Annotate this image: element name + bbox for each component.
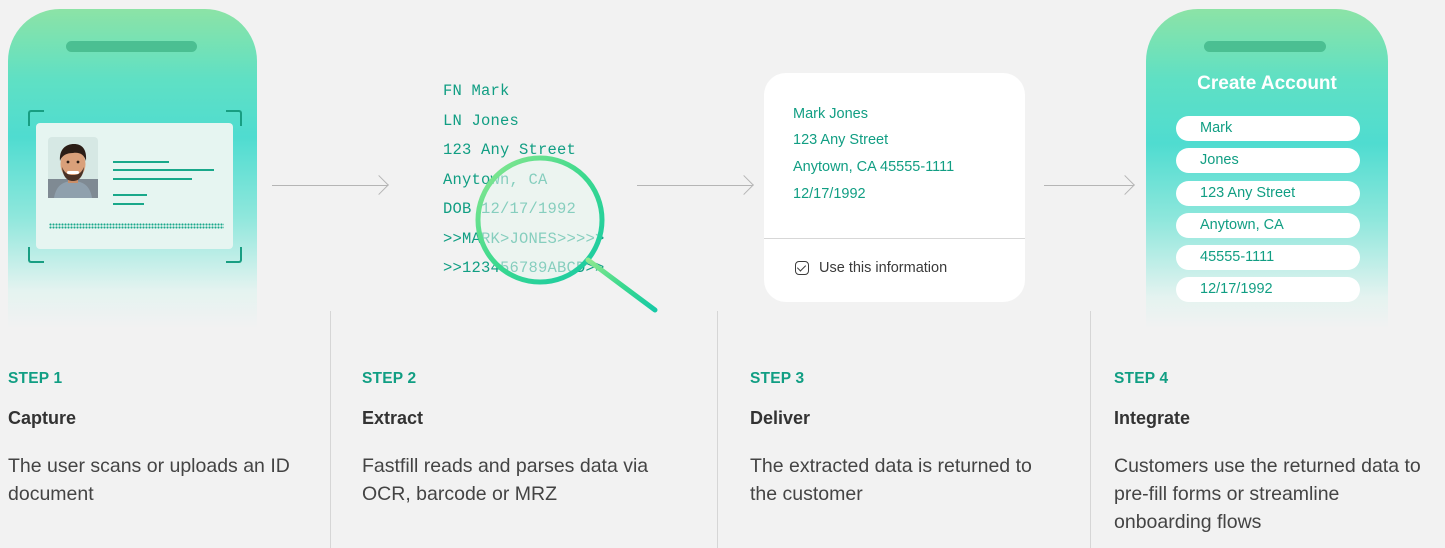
step-3-description: The extracted data is returned to the cu…: [750, 455, 1032, 505]
extracted-line: LN Jones: [443, 112, 520, 130]
step-4-title: Integrate: [1114, 408, 1191, 428]
step-2-description: Fastfill reads and parses data via OCR, …: [362, 455, 649, 505]
delivered-city: Anytown, CA 45555-1111: [793, 159, 955, 175]
magnifier-icon: [475, 155, 658, 313]
arrow-head: [1115, 175, 1135, 195]
step-2-title: Extract: [362, 408, 424, 428]
column-divider: [330, 311, 331, 548]
column-divider: [1090, 311, 1091, 548]
card-divider: [764, 238, 1025, 239]
step-1-label: STEP 1: [8, 370, 63, 387]
id-photo: [48, 137, 98, 198]
id-text-line: [113, 178, 192, 180]
form-field-street[interactable]: 123 Any Street: [1176, 181, 1360, 206]
step-3-title: Deliver: [750, 408, 811, 428]
arrow-head: [734, 175, 754, 195]
form-field-dob[interactable]: 12/17/1992: [1176, 277, 1360, 302]
id-text-line: [113, 161, 169, 163]
use-information-label[interactable]: Use this information: [819, 260, 947, 276]
step-3-label: STEP 3: [750, 370, 805, 387]
scan-frame-corner: [28, 247, 44, 263]
id-text-line: [113, 194, 147, 196]
phone-speaker: [1204, 41, 1326, 52]
extracted-line: FN Mark: [443, 82, 510, 100]
id-mrz-line: [49, 223, 224, 229]
scan-frame-corner: [226, 247, 242, 263]
checkbox-icon[interactable]: [795, 261, 809, 275]
form-field-city[interactable]: Anytown, CA: [1176, 213, 1360, 238]
column-divider: [717, 311, 718, 548]
arrow-head: [369, 175, 389, 195]
phone-speaker: [66, 41, 197, 52]
step-1-title: Capture: [8, 408, 77, 428]
delivered-data-card: Mark Jones 123 Any Street Anytown, CA 45…: [764, 73, 1025, 302]
delivered-dob: 12/17/1992: [793, 186, 866, 202]
integrate-phone-illustration: Create Account Mark Jones 123 Any Street…: [1146, 9, 1388, 329]
delivered-name: Mark Jones: [793, 106, 868, 122]
id-text-line: [113, 169, 214, 171]
id-text-line: [113, 203, 144, 205]
step-4-description: Customers use the returned data to pre-f…: [1114, 455, 1421, 533]
step-4-label: STEP 4: [1114, 370, 1169, 387]
capture-phone-illustration: [8, 9, 257, 329]
form-field-first-name[interactable]: Mark: [1176, 116, 1360, 141]
delivered-street: 123 Any Street: [793, 132, 889, 148]
step-1-description: The user scans or uploads an ID document: [8, 455, 290, 505]
form-field-zip[interactable]: 45555-1111: [1176, 245, 1360, 270]
form-field-last-name[interactable]: Jones: [1176, 148, 1360, 173]
id-card: [36, 123, 233, 249]
step-2-label: STEP 2: [362, 370, 417, 387]
create-account-title: Create Account: [1197, 73, 1337, 94]
